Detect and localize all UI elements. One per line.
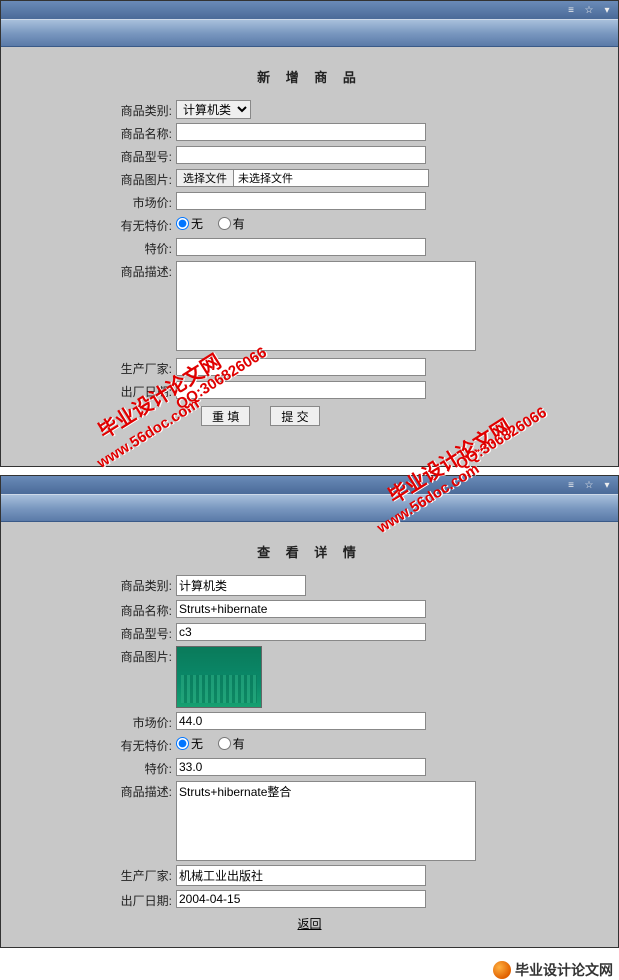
manufacturer-input[interactable] bbox=[176, 358, 426, 376]
market-price-label-2: 市场价: bbox=[21, 712, 176, 731]
footer-text: 毕业设计论文网 bbox=[515, 960, 613, 980]
view-detail-content: 查 看 详 情 商品类别: 计算机类 商品名称: Struts+hibernat… bbox=[1, 522, 618, 947]
footer: 毕业设计论文网 bbox=[0, 956, 619, 980]
menu-icon[interactable]: ≡ bbox=[564, 3, 578, 17]
product-image-preview bbox=[176, 646, 262, 708]
submit-button[interactable]: 提 交 bbox=[270, 406, 319, 426]
model-label: 商品型号: bbox=[21, 146, 176, 165]
category-select[interactable]: 计算机类 bbox=[176, 100, 251, 119]
special-yes-radio[interactable] bbox=[218, 217, 231, 230]
model-input[interactable] bbox=[176, 146, 426, 164]
special-no-radio-2 bbox=[176, 737, 189, 750]
outdate-value: 2004-04-15 bbox=[176, 890, 426, 908]
star-icon[interactable]: ☆ bbox=[582, 3, 596, 17]
market-price-value: 44.0 bbox=[176, 712, 426, 730]
special-price-value: 33.0 bbox=[176, 758, 426, 776]
description-label: 商品描述: bbox=[21, 261, 176, 280]
manufacturer-label-2: 生产厂家: bbox=[21, 865, 176, 884]
dropdown-icon[interactable]: ▾ bbox=[600, 478, 614, 492]
footer-logo-icon bbox=[493, 961, 511, 979]
market-price-label: 市场价: bbox=[21, 192, 176, 211]
add-product-window: ≡ ☆ ▾ 新 增 商 品 商品类别: 计算机类 商品名称: 商品型号: bbox=[0, 0, 619, 467]
choose-file-button[interactable]: 选择文件 bbox=[176, 169, 234, 187]
market-price-input[interactable] bbox=[176, 192, 426, 210]
name-label-2: 商品名称: bbox=[21, 600, 176, 619]
has-special-label-2: 有无特价: bbox=[21, 735, 176, 754]
category-label: 商品类别: bbox=[21, 100, 176, 119]
description-value: Struts+hibernate整合 bbox=[176, 781, 476, 861]
add-product-content: 新 增 商 品 商品类别: 计算机类 商品名称: 商品型号: 商品图片: bbox=[1, 47, 618, 466]
special-price-input[interactable] bbox=[176, 238, 426, 256]
has-special-label: 有无特价: bbox=[21, 215, 176, 234]
titlebar: ≡ ☆ ▾ bbox=[1, 1, 618, 19]
star-icon[interactable]: ☆ bbox=[582, 478, 596, 492]
header-band-2 bbox=[1, 494, 618, 522]
back-link[interactable]: 返回 bbox=[21, 915, 598, 932]
special-yes-radio-2 bbox=[218, 737, 231, 750]
model-label-2: 商品型号: bbox=[21, 623, 176, 642]
header-band bbox=[1, 19, 618, 47]
category-value: 计算机类 bbox=[176, 575, 306, 596]
manufacturer-value: 机械工业出版社 bbox=[176, 865, 426, 886]
name-value: Struts+hibernate bbox=[176, 600, 426, 618]
outdate-input[interactable] bbox=[176, 381, 426, 399]
special-price-label: 特价: bbox=[21, 238, 176, 257]
special-no-radio[interactable] bbox=[176, 217, 189, 230]
category-label-2: 商品类别: bbox=[21, 575, 176, 594]
titlebar-2: ≡ ☆ ▾ bbox=[1, 476, 618, 494]
outdate-label-2: 出厂日期: bbox=[21, 890, 176, 909]
manufacturer-label: 生产厂家: bbox=[21, 358, 176, 377]
special-price-label-2: 特价: bbox=[21, 758, 176, 777]
model-value: c3 bbox=[176, 623, 426, 641]
reset-button[interactable]: 重 填 bbox=[201, 406, 250, 426]
outdate-label: 出厂日期: bbox=[21, 381, 176, 400]
image-label-2: 商品图片: bbox=[21, 646, 176, 665]
description-textarea[interactable] bbox=[176, 261, 476, 351]
description-label-2: 商品描述: bbox=[21, 781, 176, 800]
page-title: 新 增 商 品 bbox=[21, 67, 598, 86]
menu-icon[interactable]: ≡ bbox=[564, 478, 578, 492]
name-input[interactable] bbox=[176, 123, 426, 141]
image-label: 商品图片: bbox=[21, 169, 176, 188]
view-detail-window: ≡ ☆ ▾ 查 看 详 情 商品类别: 计算机类 商品名称: Struts+hi… bbox=[0, 475, 619, 948]
name-label: 商品名称: bbox=[21, 123, 176, 142]
file-status: 未选择文件 bbox=[234, 169, 429, 187]
page-title-2: 查 看 详 情 bbox=[21, 542, 598, 561]
dropdown-icon[interactable]: ▾ bbox=[600, 3, 614, 17]
